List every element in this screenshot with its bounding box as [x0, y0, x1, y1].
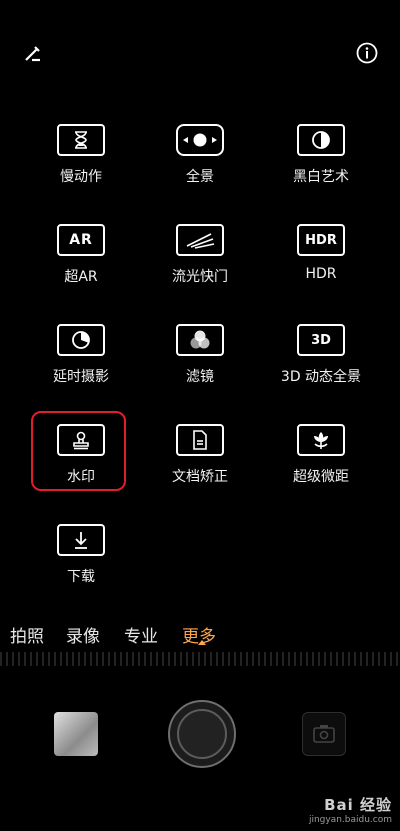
- hdr-icon: HDR: [297, 224, 345, 256]
- 3d-icon: 3D: [297, 324, 345, 356]
- hourglass-icon: [57, 124, 105, 156]
- mode-light-trail[interactable]: 流光快门: [140, 224, 260, 316]
- mode-label: 超AR: [64, 269, 98, 285]
- mode-hdr[interactable]: HDR HDR: [261, 224, 381, 316]
- mode-label: 延时摄影: [53, 369, 109, 385]
- camera-switch-icon: [313, 725, 335, 743]
- timelapse-icon: [57, 324, 105, 356]
- mode-timelapse[interactable]: 延时摄影: [21, 324, 141, 416]
- mode-3d-panorama[interactable]: 3D 3D 动态全景: [261, 324, 381, 416]
- mode-download[interactable]: 下载: [21, 524, 141, 616]
- selection-highlight: [31, 411, 126, 491]
- switch-camera-button[interactable]: [302, 712, 346, 756]
- download-icon: [57, 524, 105, 556]
- mode-label: 慢动作: [60, 169, 102, 185]
- info-icon[interactable]: [354, 40, 380, 66]
- top-bar: [0, 0, 400, 100]
- gallery-thumbnail[interactable]: [54, 712, 98, 756]
- mode-label: 黑白艺术: [293, 169, 349, 185]
- edit-pencil-icon[interactable]: [20, 40, 46, 66]
- mode-scroll-ticks: [0, 652, 400, 666]
- watermark-url: jingyan.baidu.com: [308, 815, 392, 825]
- mode-label: 超级微距: [293, 469, 349, 485]
- baidu-watermark: Bai 经验 jingyan.baidu.com: [309, 794, 392, 825]
- mode-slow-motion[interactable]: 慢动作: [21, 124, 141, 216]
- shutter-button[interactable]: [168, 700, 236, 768]
- mode-label: 滤镜: [186, 369, 214, 385]
- active-mode-indicator: [198, 640, 206, 645]
- mode-tab-photo[interactable]: 拍照: [10, 622, 44, 647]
- mode-monochrome[interactable]: 黑白艺术: [261, 124, 381, 216]
- document-icon: [176, 424, 224, 456]
- panorama-icon: [176, 124, 224, 156]
- shutter-inner: [177, 709, 227, 759]
- mode-tab-pro[interactable]: 专业: [124, 622, 158, 647]
- mode-document-correction[interactable]: 文档矫正: [140, 424, 260, 516]
- mode-label: 下载: [67, 569, 95, 585]
- mode-label: HDR: [305, 266, 337, 282]
- filter-icon: [176, 324, 224, 356]
- mode-panorama[interactable]: 全景: [140, 124, 260, 216]
- mode-label: 全景: [186, 169, 214, 185]
- mode-label: 流光快门: [172, 269, 228, 285]
- ar-icon: AR: [57, 224, 105, 256]
- light-trail-icon: [176, 224, 224, 256]
- contrast-icon: [297, 124, 345, 156]
- mode-ar[interactable]: AR 超AR: [21, 224, 141, 316]
- watermark-logo: Bai 经验: [324, 796, 392, 814]
- mode-super-macro[interactable]: 超级微距: [261, 424, 381, 516]
- mode-label: 文档矫正: [172, 469, 228, 485]
- mode-label: 3D 动态全景: [280, 369, 362, 385]
- flower-macro-icon: [297, 424, 345, 456]
- mode-filter[interactable]: 滤镜: [140, 324, 260, 416]
- mode-tab-video[interactable]: 录像: [66, 622, 100, 647]
- camera-controls: [0, 690, 400, 790]
